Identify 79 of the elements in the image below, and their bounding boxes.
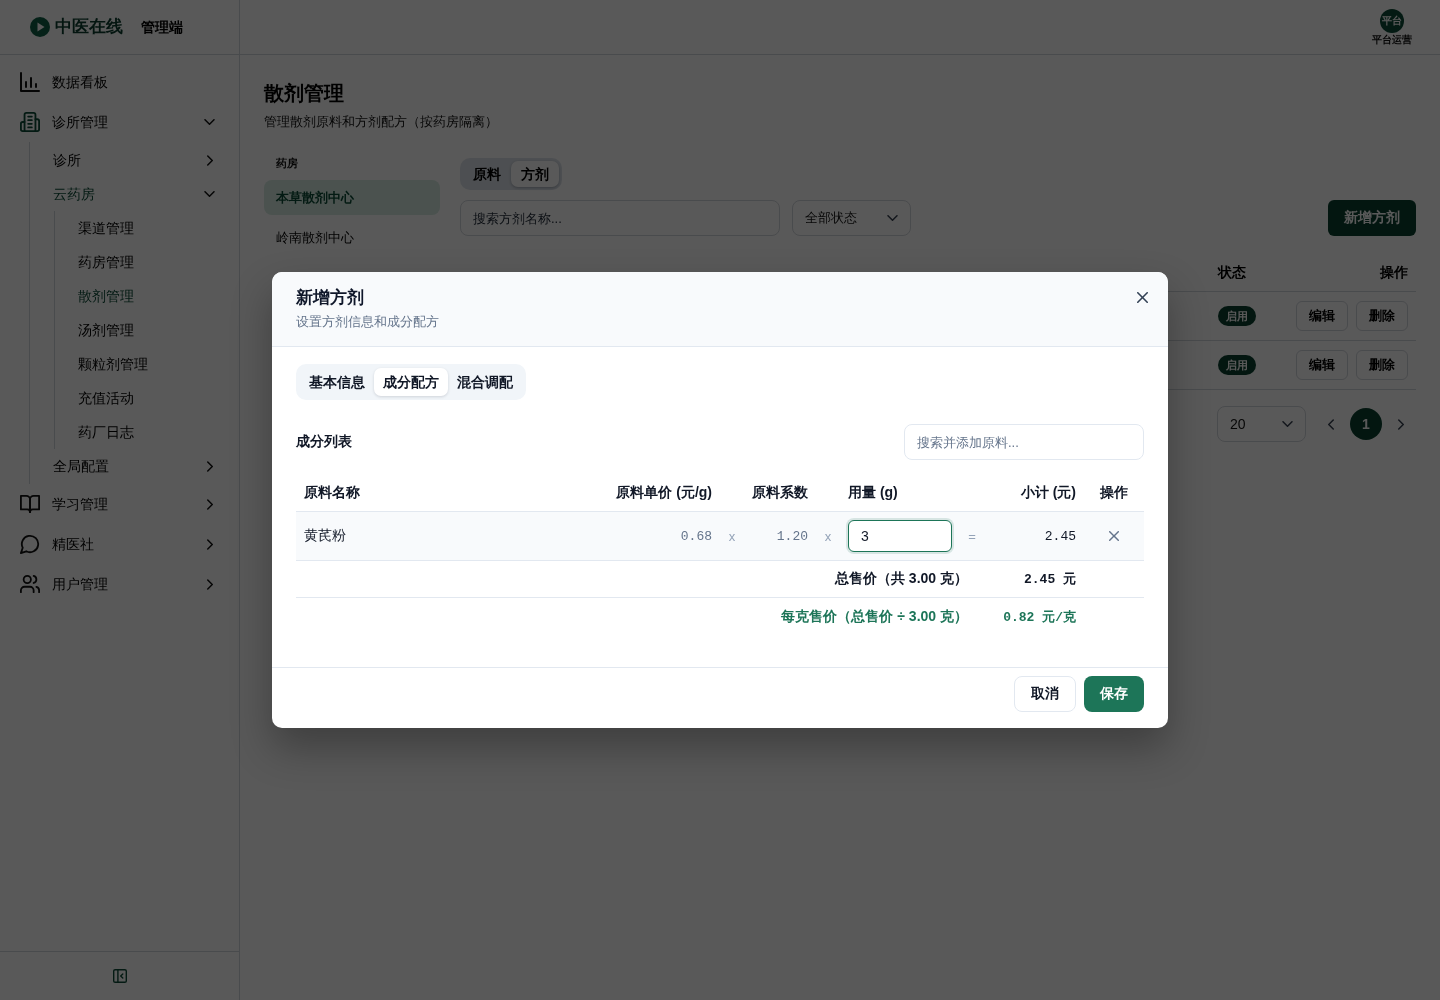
coefficient: 1.20 [776, 528, 808, 544]
per-gram-value: 0.82 元/克 [1003, 608, 1076, 626]
users-icon [20, 574, 40, 594]
multiply-sign: x [728, 528, 736, 544]
pharmacy-item[interactable]: 本草散剂中心 [264, 180, 440, 215]
bar-chart-icon [20, 72, 40, 92]
ingredient-search-field[interactable]: 搜索并添加原料... [904, 424, 1144, 460]
total-label: 总售价（共 3.00 克） [834, 570, 968, 588]
nav-item[interactable]: 全局配置 [30, 449, 227, 483]
column-header: 原料系数 [752, 484, 808, 502]
search-field[interactable]: 搜索方剂名称... [460, 200, 780, 236]
nav-item[interactable]: 用户管理 [12, 564, 227, 604]
pharmacy-item[interactable]: 岭南散剂中心 [264, 220, 440, 255]
nav-item[interactable]: 药房管理 [55, 245, 227, 279]
nav-item[interactable]: 颗粒剂管理 [55, 347, 227, 381]
equals-sign: = [968, 528, 976, 544]
add-formula-button[interactable]: 新增方剂 [1328, 200, 1416, 236]
unit-price: 0.68 [680, 528, 712, 544]
dialog-tab[interactable]: 基本信息 [300, 368, 374, 396]
page-size-select[interactable]: 20 [1217, 406, 1306, 442]
panel-left-icon[interactable] [112, 969, 127, 983]
status-badge: 启用 [1218, 306, 1256, 326]
status-select[interactable]: 全部状态 [792, 200, 911, 236]
ingredient-name: 黄芪粉 [304, 527, 346, 545]
nav-item[interactable]: 诊所 [30, 143, 227, 177]
app-label: 管理端 [141, 18, 183, 37]
column-header: 原料名称 [304, 484, 360, 502]
view-tab[interactable]: 方剂 [511, 161, 559, 187]
chevron-down-icon [887, 215, 898, 221]
total-value: 2.45 元 [1024, 571, 1076, 588]
status-badge: 启用 [1218, 355, 1256, 375]
column-header: 小计 (元) [1020, 484, 1076, 502]
multiply-sign: x [824, 528, 832, 544]
play-circle-icon [30, 17, 50, 37]
avatar: 平台 [1380, 9, 1404, 33]
quantity-input[interactable]: 3 [848, 520, 952, 552]
chevron-down-icon [1282, 421, 1293, 427]
column-header: 状态 [1218, 263, 1246, 282]
per-gram-label: 每克售价（总售价 ÷ 3.00 克） [781, 607, 968, 626]
chat-bubble-icon [20, 534, 40, 554]
page-title: 散剂管理 [264, 81, 345, 106]
nav-item[interactable]: 诊所管理 [12, 102, 227, 142]
edit-button[interactable]: 编辑 [1296, 301, 1348, 331]
delete-button[interactable]: 删除 [1356, 350, 1408, 380]
open-book-icon [20, 494, 40, 514]
nav-item[interactable]: 渠道管理 [55, 211, 227, 245]
column-header: 原料单价 (元/g) [616, 484, 712, 502]
view-tab[interactable]: 原料 [463, 161, 511, 187]
user-name: 平台运营 [1372, 34, 1412, 46]
dialog-subtitle: 设置方剂信息和成分配方 [296, 313, 439, 331]
column-header: 用量 (g) [848, 484, 898, 502]
dialog-tab[interactable]: 混合调配 [448, 368, 522, 396]
dialog-tab[interactable]: 成分配方 [374, 368, 448, 396]
building-icon [20, 112, 40, 132]
nav-item[interactable]: 精医社 [12, 524, 227, 564]
nav-item[interactable]: 散剂管理 [55, 279, 227, 313]
subtotal: 2.45 [1044, 528, 1076, 544]
save-button[interactable]: 保存 [1084, 676, 1144, 712]
nav-item[interactable]: 学习管理 [12, 484, 227, 524]
section-title: 成分列表 [296, 433, 352, 451]
dialog-title: 新增方剂 [296, 287, 365, 309]
page-subtitle: 管理散剂原料和方剂配方（按药房隔离） [264, 113, 499, 131]
nav-item[interactable]: 充值活动 [55, 381, 227, 415]
column-header: 操作 [1100, 484, 1128, 502]
close-icon[interactable] [1137, 292, 1148, 303]
column-header: 操作 [1380, 263, 1408, 282]
chevron-right-icon[interactable] [1398, 418, 1404, 430]
cancel-button[interactable]: 取消 [1014, 676, 1076, 712]
x-icon[interactable] [1109, 531, 1119, 541]
page-number-button[interactable]: 1 [1350, 408, 1382, 440]
nav-item[interactable]: 汤剂管理 [55, 313, 227, 347]
section-label: 药房 [275, 156, 299, 171]
nav-item[interactable]: 数据看板 [12, 62, 227, 102]
nav-item[interactable]: 药厂日志 [55, 415, 227, 449]
delete-button[interactable]: 删除 [1356, 301, 1408, 331]
brand-name: 中医在线 [55, 16, 123, 38]
edit-button[interactable]: 编辑 [1296, 350, 1348, 380]
chevron-left-icon[interactable] [1328, 418, 1334, 430]
nav-item[interactable]: 云药房 [30, 177, 227, 211]
